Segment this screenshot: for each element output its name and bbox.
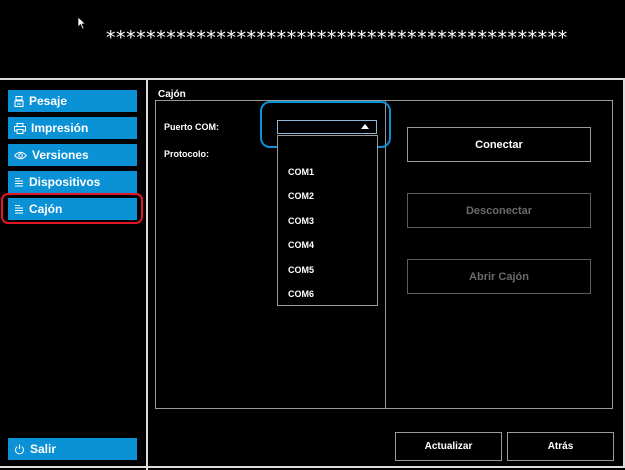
- open-drawer-button[interactable]: Abrir Cajón: [407, 259, 591, 294]
- masked-header-text: ****************************************…: [105, 27, 568, 49]
- port-option-com3[interactable]: COM3: [288, 216, 314, 226]
- divider-sidebar: [146, 80, 148, 470]
- port-option-com6[interactable]: COM6: [288, 289, 314, 299]
- refresh-button[interactable]: Actualizar: [395, 432, 502, 461]
- port-label: Puerto COM:: [164, 122, 219, 132]
- port-option-com4[interactable]: COM4: [288, 240, 314, 250]
- divider-top: [0, 78, 625, 80]
- sidebar-item-dispositivos[interactable]: Dispositivos: [8, 171, 137, 193]
- power-icon: [15, 444, 24, 454]
- list-icon: [15, 177, 23, 186]
- port-option-com5[interactable]: COM5: [288, 265, 314, 275]
- sidebar-item-label: Versiones: [32, 148, 89, 162]
- sidebar-item-impresion[interactable]: Impresión: [8, 117, 137, 139]
- printer-icon: [14, 122, 26, 134]
- scale-icon: [14, 95, 24, 107]
- eye-icon: [14, 151, 27, 159]
- disconnect-button[interactable]: Desconectar: [407, 193, 591, 228]
- divider-bottom: [0, 466, 625, 468]
- sidebar-item-label: Impresión: [31, 121, 89, 135]
- connect-button[interactable]: Conectar: [407, 127, 591, 162]
- exit-button[interactable]: Salir: [8, 438, 137, 460]
- section-title: Cajón: [158, 89, 186, 100]
- exit-button-label: Salir: [30, 442, 57, 456]
- sidebar-item-pesaje[interactable]: Pesaje: [8, 90, 137, 112]
- sidebar-item-versiones[interactable]: Versiones: [8, 144, 137, 166]
- port-option-com1[interactable]: COM1: [288, 167, 314, 177]
- back-button[interactable]: Atrás: [507, 432, 614, 461]
- sidebar-item-label: Dispositivos: [29, 175, 101, 189]
- mouse-cursor-icon: [77, 16, 87, 30]
- selection-highlight: [1, 193, 143, 224]
- port-option-com2[interactable]: COM2: [288, 191, 314, 201]
- protocol-label: Protocolo:: [164, 149, 209, 159]
- sidebar-item-label: Pesaje: [29, 94, 68, 108]
